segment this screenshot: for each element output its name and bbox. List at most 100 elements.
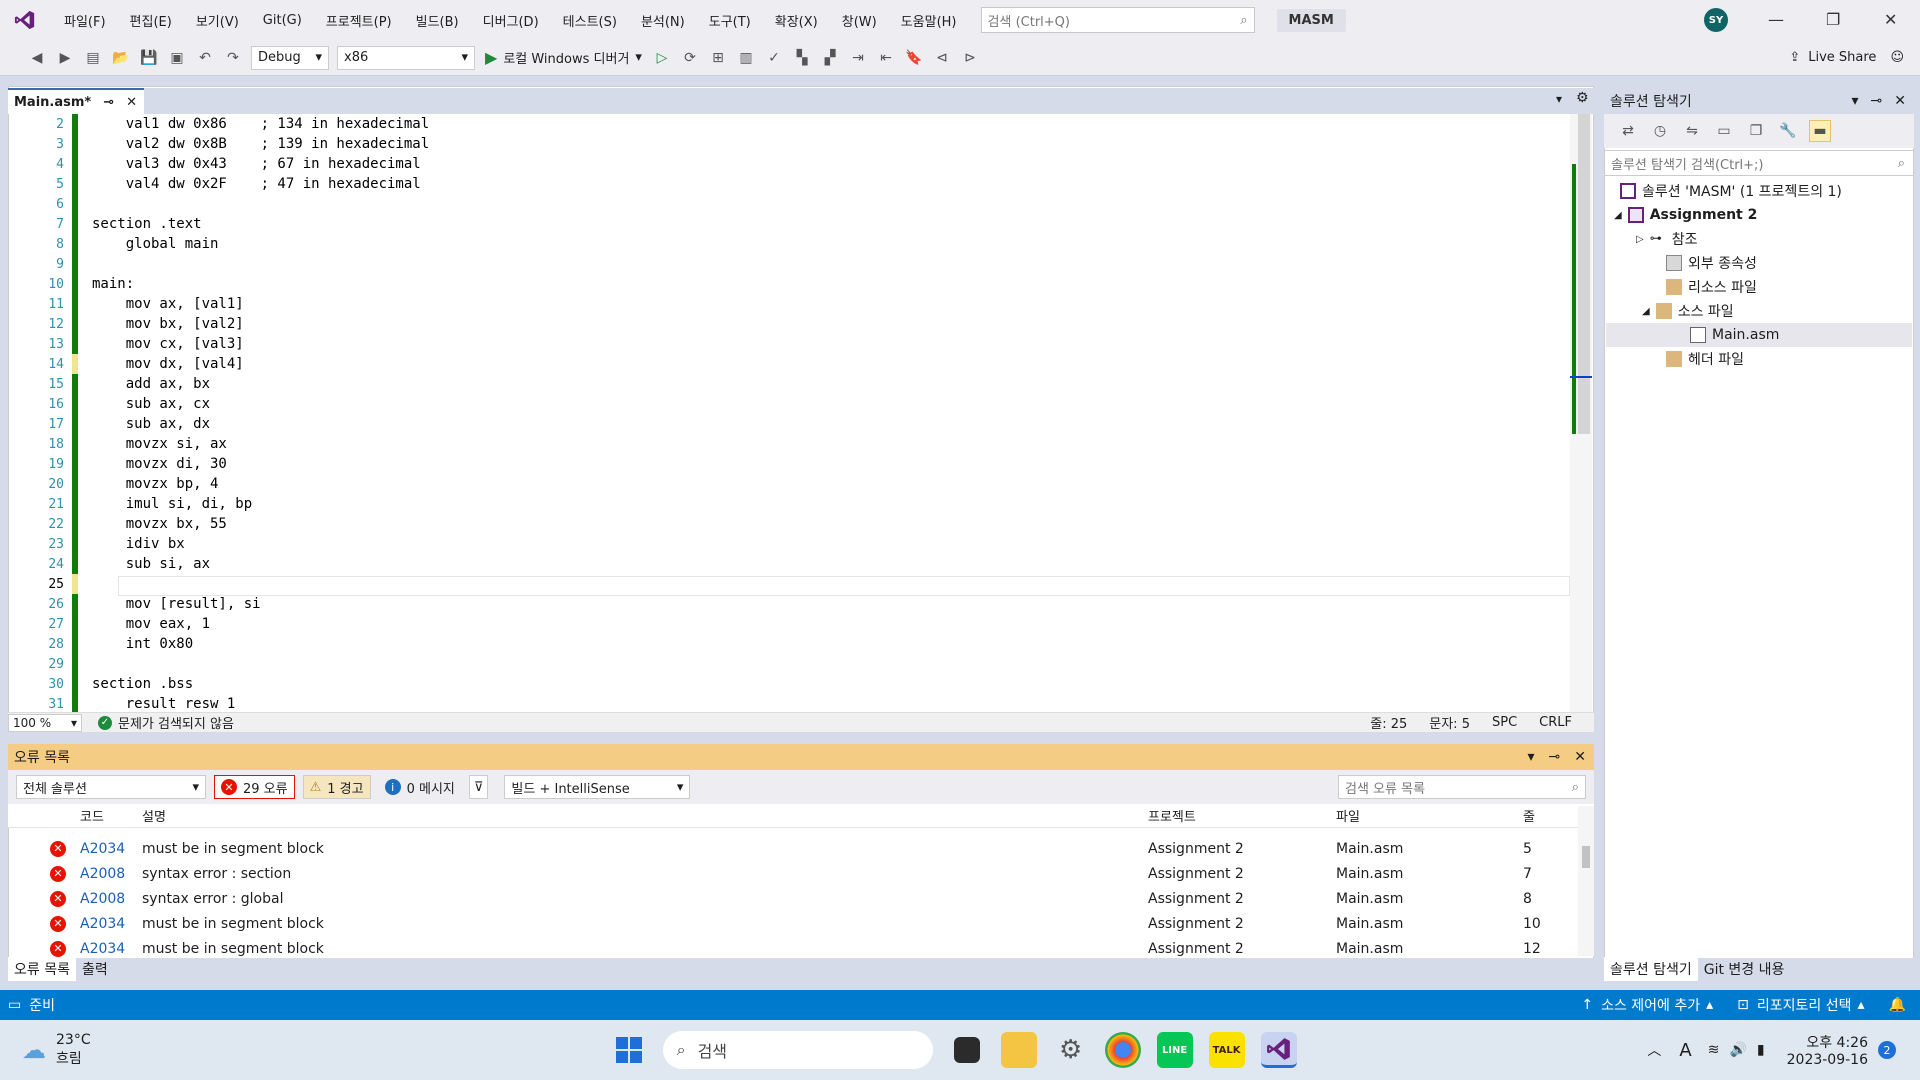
properties-icon[interactable]: 🔧 [1777,120,1799,142]
tab-output[interactable]: 출력 [76,957,114,981]
open-folder-icon[interactable]: 📂 [110,47,132,69]
errors-filter-button[interactable]: ✕ 29 오류 [214,775,295,799]
error-code-link[interactable]: A2034 [80,841,125,857]
code-line[interactable]: 28 int 0x80 [28,634,1570,654]
code-line[interactable]: 6 [28,194,1570,214]
dropdown-icon[interactable]: ▾ [1528,749,1535,765]
scroll-thumb[interactable] [1578,114,1590,434]
code-line[interactable]: 22 movzx bx, 55 [28,514,1570,534]
tab-solution-explorer[interactable]: 솔루션 탐색기 [1604,957,1698,981]
code-line[interactable]: 7 section .text [28,214,1570,234]
code-line[interactable]: 9 [28,254,1570,274]
error-list-scrollbar[interactable] [1578,806,1594,956]
tree-references[interactable]: ▷ ⊶ 참조 [1636,227,1697,251]
menu-tools[interactable]: 도구(T) [697,11,763,30]
error-row[interactable]: ✕ A2008 syntax error : global Assignment 2 M… [8,886,1578,911]
menu-view[interactable]: 보기(V) [184,11,251,30]
menu-file[interactable]: 파일(F) [52,11,118,30]
solution-explorer-icon[interactable]: ⊞ [707,47,729,69]
pin-icon[interactable]: ⊸ [1549,749,1561,765]
code-line[interactable]: 5 val4 dw 0x2F ; 47 in hexadecimal [28,174,1570,194]
ime-indicator-icon[interactable]: A [1679,1040,1691,1061]
menu-test[interactable]: 테스트(S) [551,11,629,30]
code-line[interactable]: 20 movzx bp, 4 [28,474,1570,494]
issues-indicator[interactable]: 문제가 검색되지 않음 [118,713,234,732]
tree-solution[interactable]: 솔루션 'MASM' (1 프로젝트의 1) [1620,179,1842,203]
warnings-filter-button[interactable]: ⚠ 1 경고 [302,775,371,799]
code-line[interactable]: 23 idiv bx [28,534,1570,554]
error-search-input[interactable]: 검색 오류 목록 ⌕ [1338,775,1586,799]
visual-studio-taskbar-icon[interactable] [1260,1032,1297,1068]
editor-scrollbar[interactable] [1570,114,1592,712]
tree-main-asm[interactable]: Main.asm [1606,323,1912,347]
prev-bookmark-icon[interactable]: ⊲ [931,47,953,69]
minimize-icon[interactable]: — [1768,10,1784,29]
user-avatar[interactable]: SY [1704,8,1728,32]
undo-icon[interactable]: ↶ [194,47,216,69]
bell-icon[interactable]: 🔔 [1889,997,1906,1013]
tab-git-changes[interactable]: Git 변경 내용 [1698,957,1791,981]
gear-icon[interactable]: ⚙ [1576,90,1589,106]
taskbar-search[interactable]: ⌕ 검색 [662,1031,933,1069]
uncomment-icon[interactable]: ▞ [819,47,841,69]
weather-cloud-icon[interactable]: ☁ [22,1036,46,1064]
back-icon[interactable]: ◀ [26,47,48,69]
chrome-icon[interactable] [1104,1032,1141,1068]
column-header-line[interactable]: 줄 [1523,806,1535,825]
forward-icon[interactable]: ▶ [54,47,76,69]
code-line[interactable]: 29 [28,654,1570,674]
scope-select[interactable]: 전체 솔루션 ▾ [16,775,206,799]
code-line[interactable]: 12 mov bx, [val2] [28,314,1570,334]
redo-icon[interactable]: ↷ [222,47,244,69]
code-line[interactable]: 4 val3 dw 0x43 ; 67 in hexadecimal [28,154,1570,174]
menu-edit[interactable]: 편집(E) [118,11,184,30]
select-repository-button[interactable]: 리포지토리 선택 [1757,995,1852,1015]
start-without-debugging-icon[interactable]: ▷ [651,47,673,69]
tab-main-asm[interactable]: Main.asm* ⊸ ✕ [8,88,144,114]
close-icon[interactable]: ✕ [1894,93,1906,109]
notification-badge[interactable]: 2 [1878,1041,1896,1059]
configuration-select[interactable]: Debug ▾ [251,45,329,70]
tree-header-files[interactable]: 헤더 파일 [1666,347,1744,371]
tab-error-list[interactable]: 오류 목록 [8,957,76,981]
code-line[interactable]: 17 sub ax, dx [28,414,1570,434]
column-header-code[interactable]: 코드 [80,806,104,825]
code-line[interactable]: 21 imul si, di, bp [28,494,1570,514]
column-header-file[interactable]: 파일 [1336,806,1360,825]
bookmark-icon[interactable]: 🔖 [903,47,925,69]
zoom-select[interactable]: 100 % ▾ [8,713,82,732]
error-code-link[interactable]: A2034 [80,941,125,957]
task-view-icon[interactable] [953,1037,980,1063]
live-share-button[interactable]: ⇪ Live Share ☺ [1789,50,1904,65]
hot-reload-icon[interactable]: ⟳ [679,47,701,69]
wifi-icon[interactable]: ≋ [1708,1042,1720,1058]
close-icon[interactable]: ✕ [126,95,137,110]
menu-window[interactable]: 창(W) [830,11,889,30]
tab-list-dropdown-icon[interactable]: ▾ [1556,92,1562,106]
start-debugging-button[interactable]: ▶ 로컬 Windows 디버거 ▾ [485,48,642,67]
kakaotalk-icon[interactable]: TALK [1208,1032,1245,1068]
code-line[interactable]: 10 main: [28,274,1570,294]
code-line[interactable]: 11 mov ax, [val1] [28,294,1570,314]
indent-icon[interactable]: ⇥ [847,47,869,69]
error-code-link[interactable]: A2008 [80,891,125,907]
comment-icon[interactable]: ▚ [791,47,813,69]
global-search-input[interactable]: 검색 (Ctrl+Q) ⌕ [980,7,1255,33]
tree-source-files[interactable]: ◢ 소스 파일 [1642,299,1734,323]
spell-check-icon[interactable]: ✓ [763,47,785,69]
history-icon[interactable]: ◷ [1649,120,1671,142]
whitespace-indicator[interactable]: SPC [1492,715,1517,730]
error-row[interactable]: ✕ A2034 must be in segment block Assignment… [8,911,1578,936]
code-line[interactable]: 18 movzx si, ax [28,434,1570,454]
file-explorer-icon[interactable] [1000,1032,1037,1068]
code-line[interactable]: 8 global main [28,234,1570,254]
filter-button[interactable]: ⊽ [468,775,489,799]
pin-icon[interactable]: ⊸ [1871,93,1883,109]
collapse-all-icon[interactable]: ▭ [1713,120,1735,142]
messages-filter-button[interactable]: i0 메시지 [379,775,461,799]
code-line[interactable]: 16 sub ax, cx [28,394,1570,414]
menu-debug[interactable]: 디버그(D) [471,11,551,30]
solution-search-input[interactable]: 솔루션 탐색기 검색(Ctrl+;) ⌕ [1604,150,1914,176]
tree-resource-files[interactable]: 리소스 파일 [1666,275,1757,299]
code-line[interactable]: 15 add ax, bx [28,374,1570,394]
